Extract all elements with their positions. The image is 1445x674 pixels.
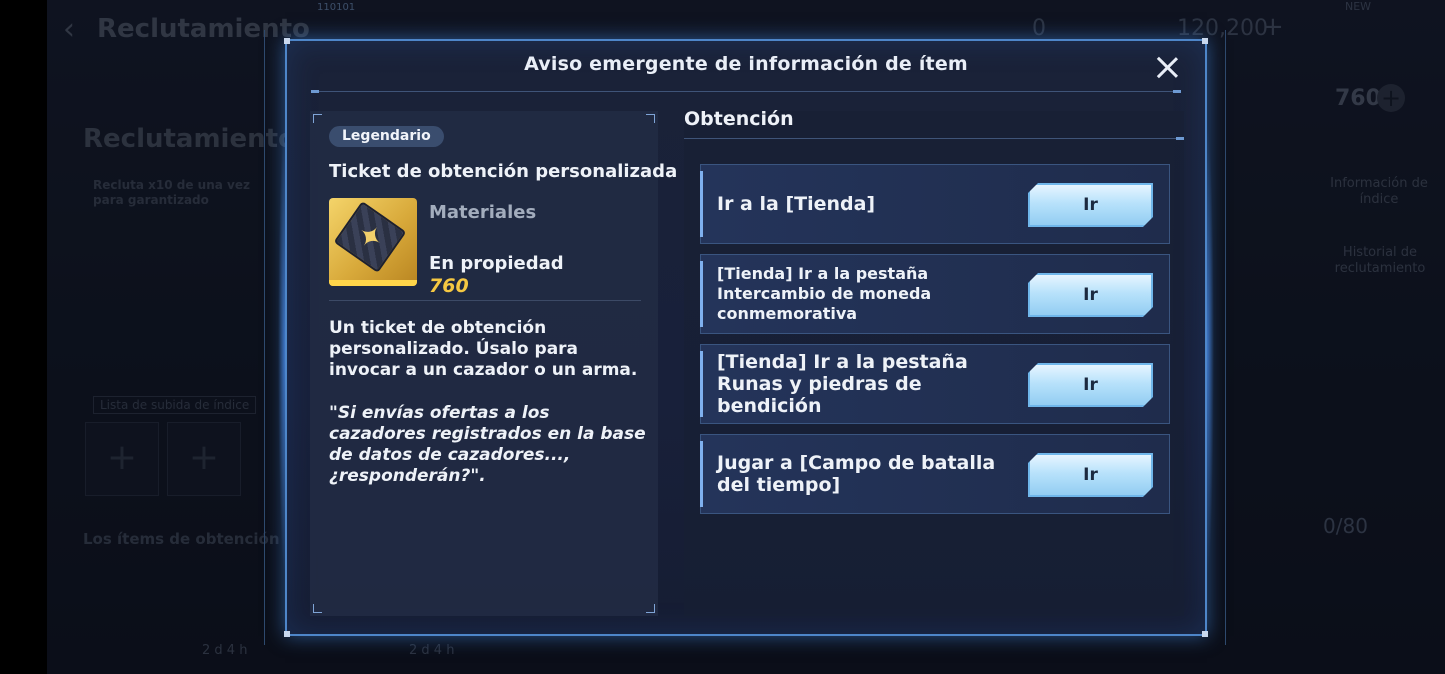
recruit-note: Recluta x10 de una vez para garantizado [93,178,250,207]
ticket-count: 760 [1335,86,1381,111]
currency-b: 120,200 [1177,16,1268,41]
panel-corner [313,114,322,123]
index-info-link[interactable]: Información de índice [1319,176,1439,208]
go-button[interactable]: Ir [1028,363,1153,407]
obtain-divider [684,137,1184,140]
obtain-row: Jugar a [Campo de batalla del tiempo] Ir [700,434,1170,514]
frame-corner [284,38,290,44]
progress-count: 0/80 [1323,514,1368,538]
add-currency-icon[interactable]: + [1262,12,1284,42]
rarity-badge: Legendario [329,126,444,147]
timer-2: 2 d 4 h [409,643,455,658]
panel-corner [646,114,655,123]
new-badge: NEW [1345,0,1372,13]
panel-corner [646,604,655,613]
obtain-row: Ir a la [Tienda] Ir [700,164,1170,244]
modal-title: Aviso emergente de información de ítem [524,53,968,75]
obtain-row: [Tienda] Ir a la pestaña Intercambio de … [700,254,1170,334]
recruit-history-link[interactable]: Historial de reclutamiento [1325,245,1435,277]
obtain-row-text: [Tienda] Ir a la pestaña Intercambio de … [717,264,932,323]
frame-corner [284,631,290,637]
title-divider [311,90,1181,93]
owned-label: En propiedad [429,253,564,274]
panel-corner [313,604,322,613]
go-button[interactable]: Ir [1028,273,1153,317]
rarity-bar [329,280,417,286]
item-description: Un ticket de obtención personalizado. Ús… [329,318,638,380]
obtain-row-text: Jugar a [Campo de batalla del tiempo] [717,452,996,496]
item-info-modal: Aviso emergente de información de ítem L… [284,38,1208,637]
currency-a: 0 [1032,16,1046,41]
details-divider [329,300,641,301]
id-tag: 110101 [317,2,356,13]
item-name: Ticket de obtención personalizada [329,161,678,182]
frame-corner [1202,631,1208,637]
obtain-row: [Tienda] Ir a la pestaña Runas y piedras… [700,344,1170,424]
item-quote: "Si envías ofertas a los cazadores regis… [329,403,646,486]
obtain-row-text: Ir a la [Tienda] [717,193,876,215]
item-details-panel: Legendario Ticket de obtención personali… [310,111,677,616]
index-list-label: Lista de subida de índice [93,396,257,414]
add-tickets-icon[interactable]: + [1377,84,1405,112]
close-icon[interactable] [1151,51,1183,83]
frame-corner [1202,38,1208,44]
section-title: Reclutamiento [83,124,296,154]
add-slot-1[interactable]: + [85,422,159,496]
items-label: Los ítems de obtención po [83,530,306,548]
add-slot-2[interactable]: + [167,422,241,496]
screen-title: Reclutamiento [97,14,310,44]
obtain-title: Obtención [684,108,794,130]
go-button[interactable]: Ir [1028,453,1153,497]
back-arrow-icon[interactable]: ‹ [63,12,75,47]
ticket-icon: ✦ [329,198,417,286]
timer-1: 2 d 4 h [202,643,248,658]
item-category: Materiales [429,202,537,223]
obtain-row-text: [Tienda] Ir a la pestaña Runas y piedras… [717,351,968,417]
go-button[interactable]: Ir [1028,183,1153,227]
owned-value: 760 [429,275,469,297]
